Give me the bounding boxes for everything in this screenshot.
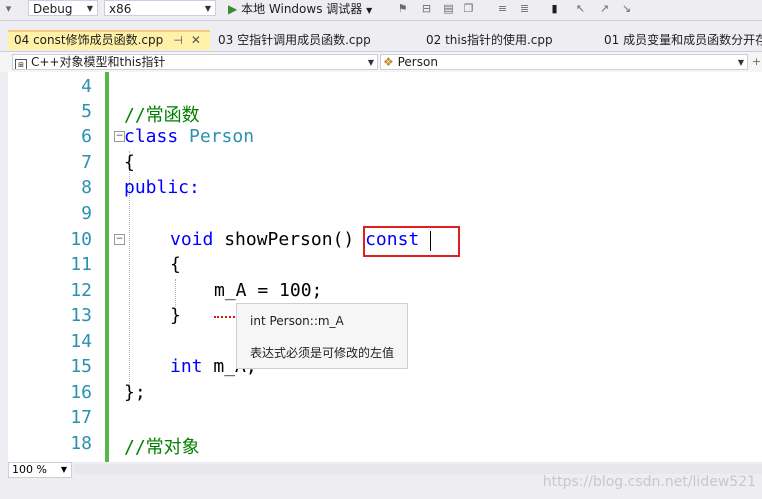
clear-bookmarks-icon[interactable]: ↘ <box>620 2 633 15</box>
keyword: int <box>170 356 203 377</box>
chevron-down-icon: ▼ <box>204 4 211 13</box>
code-line-12: m_A = 100; <box>214 280 322 301</box>
indent-guide <box>175 279 176 307</box>
const-highlight-box <box>363 226 460 257</box>
code-line-8: public: <box>124 177 200 198</box>
line-number: 14 <box>70 331 92 352</box>
next-bookmark-icon[interactable]: ↗ <box>598 2 611 15</box>
start-debugging-label: 本地 Windows 调试器 <box>241 2 363 16</box>
class-icon: ❖ <box>383 55 394 69</box>
tab-02-this[interactable]: 02 this指针的使用.cpp <box>420 30 590 50</box>
solution-config-dropdown[interactable]: Debug ▼ <box>28 0 98 16</box>
code-line-18: //常对象 <box>124 437 200 458</box>
project-icon: ⊞ <box>15 59 27 69</box>
line-number: 4 <box>81 76 92 97</box>
member-value: Person <box>397 55 438 69</box>
tab-label: 01 成员变量和成员函数分开存 <box>604 33 762 47</box>
text-caret <box>430 231 431 251</box>
line-number: 11 <box>70 254 92 275</box>
copy-icon[interactable]: ❐ <box>462 2 475 15</box>
document-tab-strip: 04 const修饰成员函数.cpp ⊣ ✕ 03 空指针调用成员函数.cpp 02… <box>0 30 762 50</box>
line-number: 17 <box>70 407 92 428</box>
chevron-down-icon[interactable]: ▾ <box>2 2 15 15</box>
watermark: https://blog.csdn.net/lidew521 <box>542 474 756 490</box>
platform-dropdown[interactable]: x86 ▼ <box>104 0 216 16</box>
line-number: 13 <box>70 305 92 326</box>
line-number: 8 <box>81 177 92 198</box>
prev-bookmark-icon[interactable]: ↖ <box>574 2 587 15</box>
scope-value: C++对象模型和this指针 <box>31 55 166 69</box>
keyword: class <box>124 126 179 147</box>
play-icon: ▶ <box>228 2 238 16</box>
window-icon[interactable]: ▤ <box>442 2 455 15</box>
main-toolbar: ▾ Debug ▼ x86 ▼ ▶ 本地 Windows 调试器 ▼ ⚑ ⊟ ▤… <box>0 0 762 21</box>
member-dropdown[interactable]: ❖ Person ▼ <box>380 54 748 70</box>
chevron-down-icon: ▼ <box>367 58 374 67</box>
line-number: 6 <box>81 126 92 147</box>
code-line-5: //常函数 <box>124 105 200 126</box>
line-number: 10 <box>70 229 92 250</box>
line-number: 18 <box>70 433 92 454</box>
chevron-down-icon: ▼ <box>366 6 373 15</box>
chevron-down-icon: ▼ <box>86 4 93 13</box>
error-tooltip: int Person::m_A 表达式必须是可修改的左值 <box>236 303 408 369</box>
scope-dropdown[interactable]: ⊞ C++对象模型和this指针 ▼ <box>12 54 378 70</box>
start-debugging-button[interactable]: ▶ 本地 Windows 调试器 ▼ <box>228 1 372 19</box>
zoom-dropdown[interactable]: 100 % ▼ <box>8 462 72 478</box>
chevron-down-icon: ▼ <box>737 58 744 67</box>
horizontal-scrollbar[interactable] <box>74 464 762 474</box>
collapse-icon[interactable]: − <box>114 234 125 245</box>
tooltip-message: 表达式必须是可修改的左值 <box>250 346 395 360</box>
function-signature: showPerson() <box>213 229 366 250</box>
code-line-7: { <box>124 152 135 173</box>
code-line-13: } <box>170 305 181 326</box>
tab-label: 02 this指针的使用.cpp <box>426 33 553 47</box>
change-tracking-bar <box>105 72 109 462</box>
indent-icon[interactable]: ≡ <box>496 2 509 15</box>
navigation-bar: ⊞ C++对象模型和this指针 ▼ ❖ Person ▼ + <box>0 51 762 73</box>
chevron-down-icon: ▼ <box>60 465 67 474</box>
pin-icon[interactable]: ⊣ <box>173 34 183 47</box>
tab-01-members[interactable]: 01 成员变量和成员函数分开存 <box>598 30 762 50</box>
tooltip-symbol: int Person::m_A <box>250 314 344 328</box>
line-number: 16 <box>70 382 92 403</box>
close-icon[interactable]: ✕ <box>191 33 201 47</box>
line-number: 12 <box>70 280 92 301</box>
bookmark-icon[interactable]: ▮ <box>548 2 561 15</box>
keyword: void <box>170 229 214 250</box>
tab-label: 03 空指针调用成员函数.cpp <box>218 33 371 47</box>
code-line-6: class Person <box>124 126 254 147</box>
comment-icon[interactable]: ≣ <box>518 2 531 15</box>
line-number: 5 <box>81 101 92 122</box>
tab-03-nullptr[interactable]: 03 空指针调用成员函数.cpp <box>212 30 412 50</box>
tab-04-const[interactable]: 04 const修饰成员函数.cpp ⊣ ✕ <box>8 30 210 50</box>
code-line-11: { <box>170 254 181 275</box>
tab-label: 04 const修饰成员函数.cpp <box>14 33 164 47</box>
split-icon[interactable]: + <box>750 55 762 68</box>
assignment: = 100; <box>246 280 323 301</box>
member-variable: m_A <box>214 280 247 301</box>
line-number: 7 <box>81 152 92 173</box>
editor-bottom-bar: 100 % ▼ https://blog.csdn.net/lidew521 <box>0 462 762 499</box>
platform-value: x86 <box>109 2 132 16</box>
code-editor[interactable]: 4 5 6 7 8 9 10 11 12 13 14 15 16 17 18 −… <box>8 72 762 462</box>
find-icon[interactable]: ⚑ <box>396 2 409 15</box>
bookmark-toggle-icon[interactable]: ⊟ <box>420 2 433 15</box>
zoom-value: 100 % <box>12 463 47 476</box>
line-number: 15 <box>70 356 92 377</box>
class-name: Person <box>189 126 255 147</box>
code-line-16: }; <box>124 382 146 403</box>
solution-config-value: Debug <box>33 2 73 16</box>
left-margin <box>0 72 8 462</box>
line-number: 9 <box>81 203 92 224</box>
